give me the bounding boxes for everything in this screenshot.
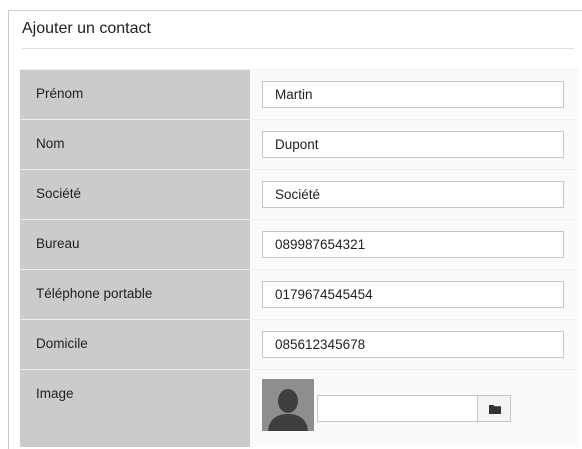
last-name-label: Nom xyxy=(36,136,65,151)
label-cell: Nom xyxy=(20,119,250,169)
browse-image-button[interactable] xyxy=(477,395,511,422)
home-phone-label: Domicile xyxy=(36,336,88,351)
form-row-first-name: Prénom xyxy=(20,69,578,119)
label-cell: Prénom xyxy=(20,69,250,119)
home-phone-input[interactable] xyxy=(262,331,564,358)
form-row-image: Image xyxy=(20,369,578,447)
label-cell: Image xyxy=(20,369,250,447)
value-cell xyxy=(250,319,578,369)
mobile-phone-input[interactable] xyxy=(262,281,564,308)
value-cell xyxy=(250,219,578,269)
image-path-input[interactable] xyxy=(317,395,477,422)
first-name-input[interactable] xyxy=(262,81,564,108)
value-cell xyxy=(250,169,578,219)
form-row-home-phone: Domicile xyxy=(20,319,578,369)
folder-icon xyxy=(489,405,501,414)
form-row-last-name: Nom xyxy=(20,119,578,169)
contact-form: Prénom Nom Société Bureau xyxy=(20,69,578,449)
company-input[interactable] xyxy=(262,181,564,208)
form-row-office-phone: Bureau xyxy=(20,219,578,269)
first-name-label: Prénom xyxy=(36,86,84,101)
label-cell: Domicile xyxy=(20,319,250,369)
last-name-input[interactable] xyxy=(262,131,564,158)
label-cell: Téléphone portable xyxy=(20,269,250,319)
image-label: Image xyxy=(36,386,74,401)
company-label: Société xyxy=(36,186,82,201)
value-cell xyxy=(250,269,578,319)
panel-header: Ajouter un contact xyxy=(22,14,574,49)
mobile-phone-label: Téléphone portable xyxy=(36,286,153,301)
value-cell xyxy=(250,119,578,169)
label-cell: Bureau xyxy=(20,219,250,269)
left-border xyxy=(8,10,9,449)
user-silhouette-icon xyxy=(262,379,314,431)
value-cell xyxy=(250,69,578,119)
office-phone-input[interactable] xyxy=(262,231,564,258)
form-row-company: Société xyxy=(20,169,578,219)
form-row-mobile-phone: Téléphone portable xyxy=(20,269,578,319)
add-contact-page: Ajouter un contact Prénom Nom Société xyxy=(0,0,582,449)
office-phone-label: Bureau xyxy=(36,236,80,251)
value-cell xyxy=(250,369,578,447)
page-title: Ajouter un contact xyxy=(22,20,151,37)
top-border xyxy=(8,10,582,11)
label-cell: Société xyxy=(20,169,250,219)
